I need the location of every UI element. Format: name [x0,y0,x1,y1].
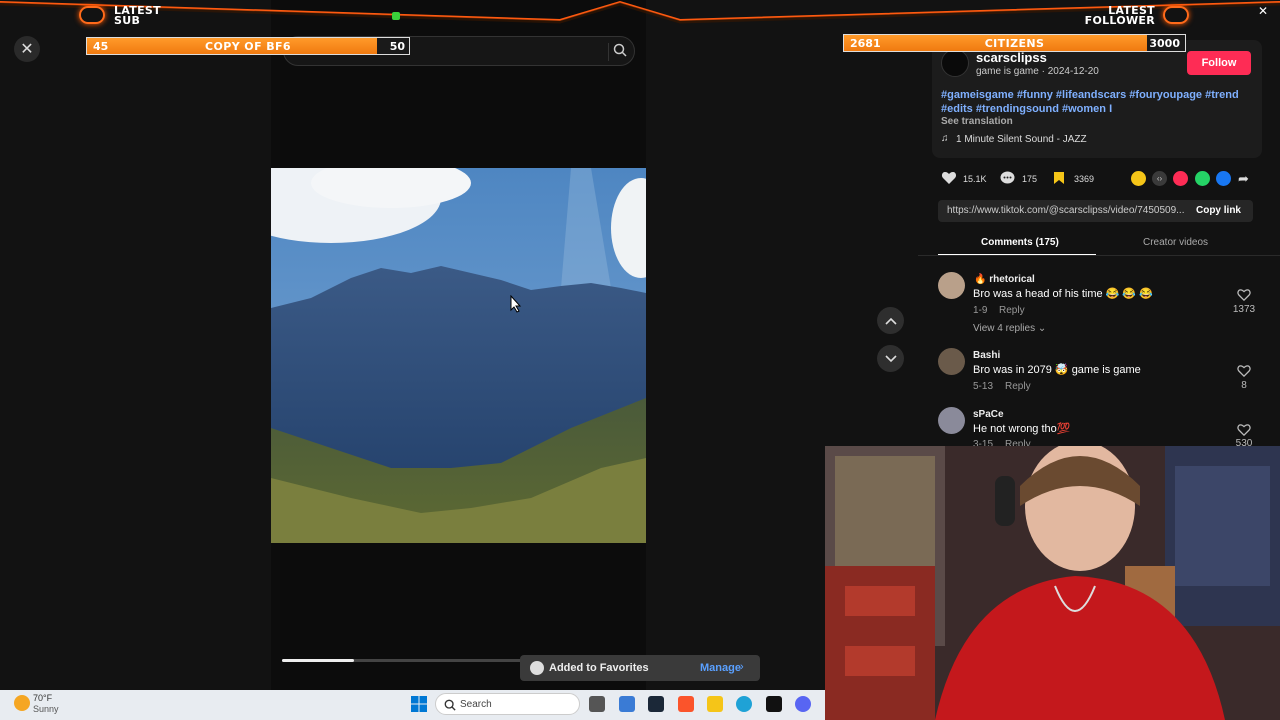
video-progress-fill [282,659,354,662]
tiktok-icon[interactable] [766,696,782,712]
next-video-button[interactable] [877,345,904,372]
avatar[interactable] [941,49,969,77]
windows-start-icon[interactable] [411,696,427,712]
discord-icon[interactable] [795,696,811,712]
avatar[interactable] [938,348,965,375]
previous-video-button[interactable] [877,307,904,334]
chevron-up-icon [884,317,897,325]
copy-link-button[interactable]: Copy link [1196,205,1241,216]
favorites-toast: Added to Favorites Manage › [520,655,760,681]
file-explorer-icon[interactable] [707,696,723,712]
latest-sub-label: LATEST SUB [114,4,161,27]
bookmark-icon [1054,172,1064,184]
comment-icon [1000,171,1015,184]
comment-count: 175 [1022,174,1038,184]
post-link-box: https://www.tiktok.com/@scarsclipss/vide… [938,200,1253,222]
weather-sun-icon[interactable] [14,695,30,711]
comment-like-count: 1373 [1232,304,1256,315]
facebook-icon[interactable] [1216,171,1231,186]
check-icon [530,661,544,675]
manage-link[interactable]: Manage [700,662,741,674]
music-icon: ♫ [941,133,949,144]
tab-comments[interactable]: Comments (175) [981,237,1059,248]
avatar[interactable] [938,407,965,434]
follower-goal-current: 2681 [850,37,881,50]
post-subtitle: game is game · 2024-12-20 [976,66,1099,77]
weather-temperature[interactable]: 70°F [33,693,52,703]
repost-icon[interactable] [1131,171,1146,186]
tab-creator-videos[interactable]: Creator videos [1143,237,1208,248]
mountain-landscape-image [271,168,646,543]
send-icon[interactable] [1173,171,1188,186]
embed-icon[interactable]: ‹› [1152,171,1167,186]
post-caption[interactable]: #gameisgame #funny #lifeandscars #fouryo… [941,88,1241,116]
latest-follower-label: LATEST FOLLOWER [1084,4,1155,27]
chevron-down-icon [884,354,897,362]
comment-text: He not wrong tho💯 [973,423,1071,435]
avatar[interactable] [938,272,965,299]
see-translation-link[interactable]: See translation [941,116,1013,127]
video-player[interactable] [271,168,646,543]
task-view-icon[interactable] [589,696,605,712]
twitch-icon [79,6,105,24]
search-input[interactable]: ent [283,36,635,66]
save-button[interactable] [1053,171,1065,190]
view-replies-button[interactable]: View 4 replies ⌄ [973,323,1046,334]
follow-button[interactable]: Follow [1187,51,1251,75]
like-button[interactable] [941,171,957,185]
heart-outline-icon [1237,289,1251,302]
taskbar-search-placeholder: Search [460,699,492,710]
reply-button[interactable]: Reply [999,305,1025,316]
search-icon[interactable] [608,43,627,61]
save-count: 3369 [1074,174,1095,184]
search-icon [444,699,456,711]
calculator-icon[interactable] [619,696,635,712]
heart-icon [941,172,957,184]
tab-divider [918,255,1280,256]
post-link-url: https://www.tiktok.com/@scarsclipss/vide… [947,205,1185,216]
like-count: 15.1K [963,174,987,184]
comment-author[interactable]: sPaCe [973,409,1004,420]
mouse-cursor-icon [510,294,522,318]
comment-like-count: 8 [1241,380,1247,391]
sound-name[interactable]: 1 Minute Silent Sound - JAZZ [956,134,1087,145]
video-progress-bar[interactable] [282,659,522,662]
brave-browser-icon[interactable] [678,696,694,712]
steam-icon[interactable] [648,696,664,712]
comment-date: 1-9 [973,305,988,316]
streamer-webcam-image [825,446,1280,720]
heart-outline-icon [1237,365,1251,378]
toast-message: Added to Favorites [549,662,649,674]
chevron-right-icon: › [740,661,744,673]
taskbar-search-input[interactable]: Search [435,693,580,715]
edge-browser-icon[interactable] [736,696,752,712]
post-username[interactable]: scarsclipss [976,50,1047,65]
comment-date: 5-13 [973,381,994,392]
search-placeholder: ent [374,45,390,57]
close-button[interactable]: ✕ [14,36,40,62]
webcam-overlay [825,446,1280,720]
weather-description[interactable]: Sunny [33,704,59,714]
comment-button[interactable] [1000,171,1015,190]
window-close-icon[interactable]: ✕ [1258,4,1268,18]
heart-icon [1163,6,1189,24]
reply-button[interactable]: Reply [1005,381,1031,392]
close-icon: ✕ [20,41,34,58]
comment-text: Bro was in 2079 🤯 game is game [973,364,1141,376]
sub-goal-current: 45 [93,40,109,53]
share-icon[interactable]: ➦ [1238,171,1249,187]
comment-text: Bro was a head of his time 😂 😂 😂 [973,288,1153,300]
comment-author[interactable]: Bashi [973,350,1000,361]
comment-author[interactable]: 🔥 rhetorical [974,274,1035,285]
heart-outline-icon [1237,424,1251,437]
whatsapp-icon[interactable] [1195,171,1210,186]
